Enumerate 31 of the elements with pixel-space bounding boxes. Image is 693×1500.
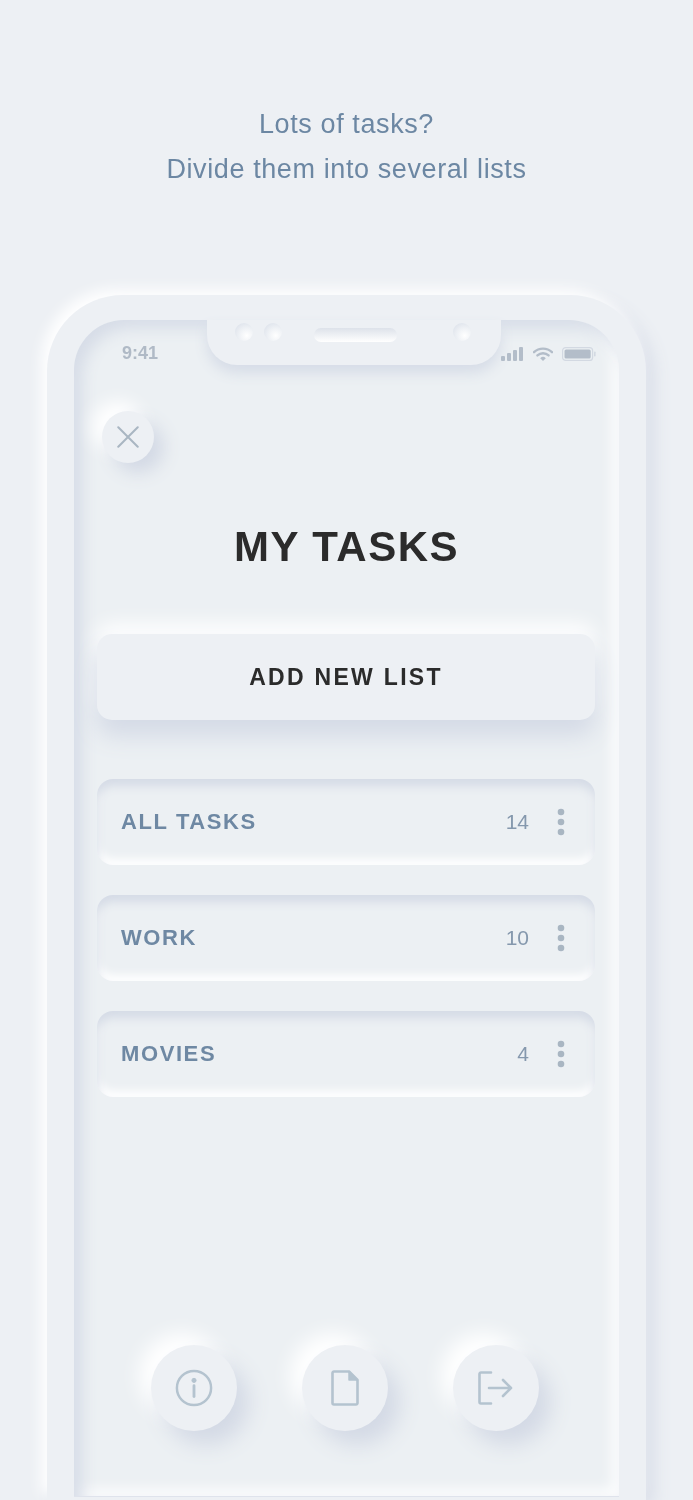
list-name: WORK [121,925,199,951]
close-icon [117,426,139,448]
add-list-button[interactable]: ADD NEW LIST [97,634,595,720]
wifi-icon [533,347,553,361]
more-icon [557,808,565,836]
more-button[interactable] [556,807,566,837]
camera-dot-icon [453,323,471,341]
status-time: 9:41 [122,343,159,363]
speaker-slot-icon [314,328,397,342]
task-count: 4 [517,1042,529,1066]
list-row[interactable]: MOVIES 4 [97,1011,595,1097]
caption-line: Lots of tasks? [258,108,435,141]
exit-icon [478,1371,514,1405]
sensor-dot-icon [235,323,253,341]
list-name: ALL TASKS [121,809,258,835]
list-row[interactable]: ALL TASKS 14 [97,779,595,865]
more-button[interactable] [556,1039,566,1069]
more-button[interactable] [556,923,566,953]
battery-icon [562,347,596,361]
list-name: MOVIES [121,1041,218,1067]
task-count: 10 [505,926,529,950]
screen-title: MY TASKS [232,522,461,572]
more-icon [557,1040,565,1068]
signal-icon [501,347,524,361]
more-icon [557,924,565,952]
task-count: 14 [505,810,529,834]
document-icon [331,1370,359,1406]
sensor-dot-icon [264,323,282,341]
list-row[interactable]: WORK 10 [97,895,595,981]
caption-line: Divide them into several lists [165,153,528,186]
info-icon [175,1369,213,1407]
